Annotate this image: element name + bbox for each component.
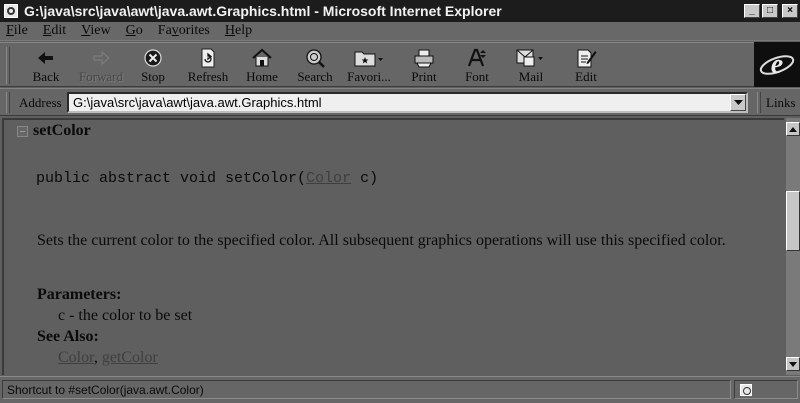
parameters-heading: Parameters:	[37, 286, 122, 303]
see-also-links: Color, getColor	[58, 349, 158, 366]
see-also-getcolor-link[interactable]: getColor	[102, 349, 158, 366]
favorites-button[interactable]: Favori...	[344, 47, 394, 85]
status-bar: Shortcut to #setColor(java.awt.Color)	[0, 376, 800, 403]
method-signature: public abstract void setColor(Color c)	[36, 170, 379, 187]
back-button[interactable]: Back	[29, 47, 63, 85]
scroll-down-button[interactable]	[786, 357, 800, 371]
home-button[interactable]: Home	[244, 47, 280, 85]
title-bar: G:\java\src\java\awt\java.awt.Graphics.h…	[0, 0, 800, 22]
mail-icon	[516, 47, 546, 69]
menu-bar: File Edit View Go Favorites Help	[0, 22, 800, 41]
edit-icon	[575, 47, 597, 69]
links-grip[interactable]	[757, 92, 761, 113]
address-bar: Address G:\java\src\java\awt\java.awt.Gr…	[0, 88, 800, 116]
forward-button[interactable]: Forward	[75, 47, 127, 85]
home-icon	[251, 47, 273, 69]
menu-view[interactable]: View	[81, 23, 111, 39]
menu-go[interactable]: Go	[126, 23, 143, 39]
refresh-icon	[199, 47, 217, 69]
window-title: G:\java\src\java\awt\java.awt.Graphics.h…	[24, 3, 502, 19]
toolbar-grip[interactable]	[6, 47, 10, 84]
status-zone	[734, 380, 798, 399]
section-title: setColor	[33, 122, 91, 139]
favorites-icon	[354, 47, 384, 69]
see-also-color-link[interactable]: Color	[58, 349, 94, 366]
back-arrow-icon	[36, 47, 56, 69]
address-dropdown-button[interactable]	[730, 94, 746, 111]
see-also-heading: See Also:	[37, 328, 99, 345]
close-button[interactable]: ×	[782, 4, 798, 18]
mail-button[interactable]: Mail	[513, 47, 549, 85]
scroll-down-arrow-icon	[789, 361, 797, 367]
print-button[interactable]: Print	[408, 47, 440, 85]
page-content: setColor public abstract void setColor(C…	[2, 118, 784, 375]
maximize-button[interactable]: □	[762, 4, 778, 18]
scroll-up-arrow-icon	[789, 126, 797, 132]
menu-help[interactable]: Help	[225, 23, 252, 39]
font-button[interactable]: Font	[462, 47, 492, 85]
address-grip[interactable]	[6, 92, 10, 113]
search-button[interactable]: Search	[295, 47, 335, 85]
status-text: Shortcut to #setColor(java.awt.Color)	[2, 380, 731, 399]
method-description: Sets the current color to the specified …	[37, 232, 726, 249]
menu-file[interactable]: File	[6, 23, 28, 39]
search-icon	[304, 47, 326, 69]
print-icon	[413, 47, 435, 69]
edit-button[interactable]: Edit	[570, 47, 602, 85]
address-label: Address	[19, 95, 62, 110]
collapse-icon[interactable]	[17, 126, 28, 137]
refresh-button[interactable]: Refresh	[185, 47, 231, 85]
forward-arrow-icon	[91, 47, 111, 69]
vertical-scrollbar[interactable]	[786, 118, 800, 375]
menu-edit[interactable]: Edit	[43, 23, 66, 39]
scroll-up-button[interactable]	[786, 122, 800, 136]
links-button[interactable]: Links	[766, 95, 796, 111]
ie-logo: e	[754, 42, 800, 87]
stop-button[interactable]: Stop	[138, 47, 168, 85]
parameter-c: c - the color to be set	[58, 307, 193, 324]
color-type-link[interactable]: Color	[306, 170, 351, 187]
minimize-button[interactable]: _	[744, 4, 760, 18]
scroll-thumb[interactable]	[786, 191, 800, 251]
svg-text:e: e	[771, 49, 783, 80]
window-controls: _ □ ×	[744, 4, 798, 18]
chevron-down-icon	[733, 99, 743, 105]
menu-favorites[interactable]: Favorites	[158, 23, 210, 39]
stop-icon	[143, 47, 163, 69]
page-icon	[740, 384, 752, 396]
font-icon	[466, 47, 488, 69]
ie-app-icon[interactable]	[4, 4, 18, 18]
ie-e-icon: e	[759, 49, 795, 80]
address-input[interactable]: G:\java\src\java\awt\java.awt.Graphics.h…	[67, 92, 748, 113]
standard-toolbar: Back Forward Stop Refresh Home Search Fa…	[0, 42, 800, 87]
